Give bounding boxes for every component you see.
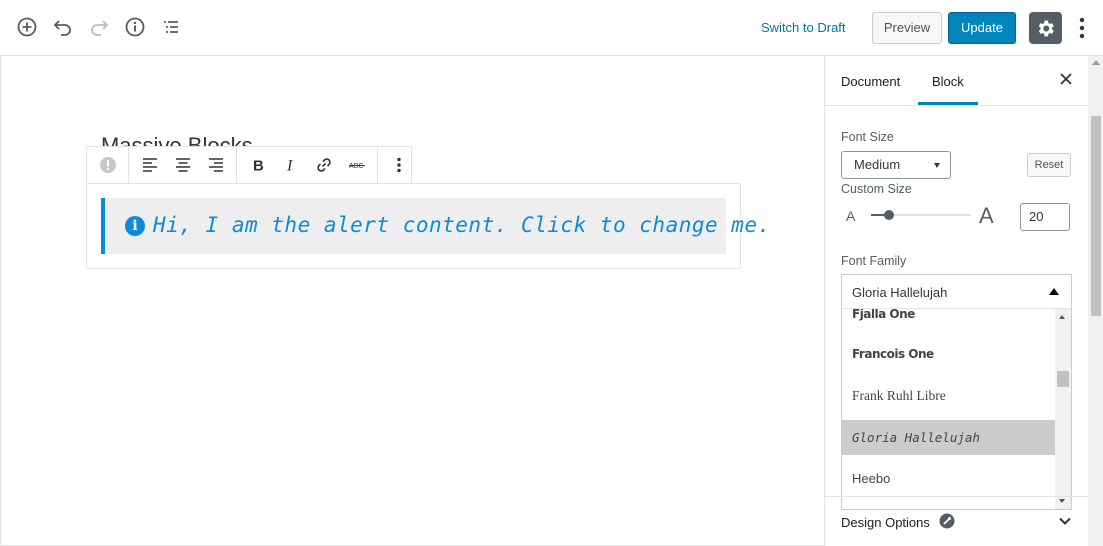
- settings-button[interactable]: [1029, 12, 1062, 44]
- font-family-value: Gloria Hallelujah: [852, 285, 948, 300]
- alert-block[interactable]: i Hi, I am the alert content. Click to c…: [86, 183, 770, 269]
- undo-icon[interactable]: [52, 16, 74, 38]
- font-family-select[interactable]: Gloria Hallelujah: [841, 274, 1072, 310]
- more-options-icon[interactable]: [382, 147, 415, 183]
- font-option[interactable]: Heebo: [842, 461, 1055, 496]
- align-left-icon[interactable]: [133, 147, 166, 183]
- sidebar-tabs: Document Block: [825, 56, 1088, 106]
- design-palette-icon: [939, 513, 955, 529]
- chevron-down-icon: [934, 163, 940, 168]
- sidebar-scroll-thumb[interactable]: [1091, 116, 1101, 316]
- large-text-icon: A: [979, 203, 994, 228]
- scroll-up-icon[interactable]: [1092, 60, 1100, 65]
- tab-block[interactable]: Block: [932, 74, 964, 89]
- strikethrough-icon[interactable]: ABC: [340, 147, 373, 183]
- font-option[interactable]: Francois One: [842, 337, 1055, 372]
- editor-header: Switch to Draft Preview Update: [0, 0, 1103, 56]
- custom-size-label: Custom Size: [841, 182, 912, 196]
- reset-button[interactable]: Reset: [1027, 153, 1071, 177]
- font-family-label: Font Family: [841, 254, 907, 268]
- block-type-alert-icon[interactable]: [91, 147, 124, 183]
- alert-info-icon: i: [125, 216, 145, 236]
- gear-icon: [1038, 20, 1054, 37]
- design-options-label: Design Options: [841, 515, 930, 530]
- custom-size-input[interactable]: 20: [1020, 203, 1070, 231]
- slider-thumb[interactable]: [884, 210, 894, 220]
- chevron-down-icon[interactable]: [1059, 515, 1071, 527]
- font-option-selected[interactable]: Gloria Hallelujah: [842, 420, 1055, 455]
- tab-document[interactable]: Document: [841, 74, 900, 89]
- svg-text:ABC: ABC: [349, 163, 363, 170]
- small-text-icon: A: [846, 208, 856, 224]
- sidebar-scrollbar[interactable]: [1088, 56, 1103, 546]
- link-icon[interactable]: [307, 147, 340, 183]
- block-navigation-icon[interactable]: [160, 16, 182, 38]
- block-toolbar: B I ABC: [86, 146, 412, 184]
- svg-text:I: I: [286, 158, 293, 175]
- align-center-icon[interactable]: [166, 147, 199, 183]
- align-right-icon[interactable]: [199, 147, 232, 183]
- info-icon[interactable]: [124, 16, 146, 38]
- font-size-select[interactable]: Medium: [841, 151, 951, 179]
- active-tab-indicator: [918, 102, 978, 105]
- scroll-up-icon[interactable]: [1059, 315, 1065, 319]
- font-option[interactable]: Frank Ruhl Libre: [842, 378, 1055, 413]
- editor-canvas: Massive Blocks B I: [0, 56, 824, 546]
- alert-box[interactable]: i Hi, I am the alert content. Click to c…: [101, 198, 770, 254]
- bold-icon[interactable]: B: [241, 147, 274, 183]
- font-size-value: Medium: [854, 157, 901, 172]
- add-block-icon[interactable]: [16, 16, 38, 38]
- italic-icon[interactable]: I: [274, 147, 307, 183]
- close-icon[interactable]: [1059, 72, 1073, 86]
- settings-sidebar: Document Block Font Size Medium Reset Cu…: [824, 56, 1103, 546]
- update-button[interactable]: Update: [948, 12, 1016, 44]
- font-family-dropdown: Fjalla One Francois One Frank Ruhl Libre…: [841, 308, 1072, 510]
- dropdown-scrollbar[interactable]: [1055, 309, 1071, 509]
- alert-content[interactable]: Hi, I am the alert content. Click to cha…: [153, 213, 771, 237]
- scroll-thumb[interactable]: [1057, 371, 1069, 387]
- switch-to-draft-link[interactable]: Switch to Draft: [761, 20, 846, 35]
- font-size-slider[interactable]: [871, 210, 971, 220]
- more-options-icon[interactable]: [1075, 15, 1089, 41]
- chevron-up-icon: [1049, 288, 1059, 295]
- preview-button[interactable]: Preview: [872, 12, 942, 44]
- design-options-panel[interactable]: Design Options: [825, 496, 1088, 546]
- font-option[interactable]: Fjalla One: [842, 309, 1055, 332]
- redo-icon[interactable]: [88, 16, 110, 38]
- svg-text:B: B: [253, 158, 264, 175]
- font-size-label: Font Size: [841, 130, 894, 144]
